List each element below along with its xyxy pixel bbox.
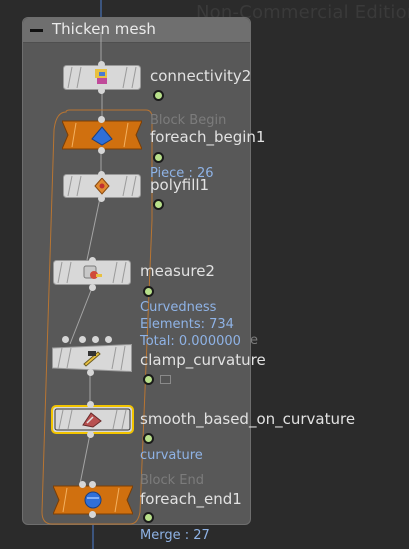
node-name: clamp_curvature <box>140 351 266 369</box>
node-info-line: Elements: 734 <box>140 317 234 332</box>
node-clamp-curvature[interactable] <box>52 344 132 372</box>
node-output-connector[interactable] <box>89 511 96 518</box>
node-input-connector[interactable] <box>62 336 69 343</box>
node-info-block: Curvedness Elements: 734 Total: 0.000000 <box>140 299 241 350</box>
node-name: connectivity2 <box>150 67 252 85</box>
node-output-connector[interactable] <box>98 195 105 202</box>
node-input-connector[interactable] <box>98 116 105 123</box>
node-input-connector[interactable] <box>87 401 94 408</box>
node-input-connector[interactable] <box>79 336 86 343</box>
display-flag-icon[interactable] <box>143 374 154 385</box>
node-info-line: Curvedness <box>140 300 217 315</box>
node-ghost-label: Block Begin <box>150 113 227 128</box>
node-input-connector[interactable] <box>79 481 86 488</box>
node-input-connector[interactable] <box>98 171 105 178</box>
node-input-connector[interactable] <box>98 61 105 68</box>
display-flag-icon[interactable] <box>143 433 154 444</box>
node-name: foreach_end1 <box>140 490 242 508</box>
node-input-connector[interactable] <box>92 336 99 343</box>
node-input-connector[interactable] <box>89 481 96 488</box>
node-info-line: Total: 0.000000 <box>140 334 241 349</box>
node-output-connector[interactable] <box>98 147 105 154</box>
display-flag-icon[interactable] <box>143 512 154 523</box>
node-info-text: curvature <box>140 448 203 463</box>
bypass-flag-icon[interactable] <box>160 375 171 384</box>
display-flag-icon[interactable] <box>143 286 154 297</box>
node-smooth-based-on-curvature[interactable] <box>51 405 134 434</box>
node-name: smooth_based_on_curvature <box>140 410 356 428</box>
node-ghost-label: Block End <box>140 473 204 488</box>
node-name: measure2 <box>140 262 215 280</box>
node-info-text: Merge : 27 <box>140 528 210 543</box>
node-output-connector[interactable] <box>87 369 94 376</box>
display-flag-icon[interactable] <box>153 152 164 163</box>
display-flag-icon[interactable] <box>153 199 164 210</box>
node-output-connector[interactable] <box>89 284 96 291</box>
node-output-connector[interactable] <box>98 87 105 94</box>
node-ghost-label: e <box>250 333 258 348</box>
node-name: polyfill1 <box>150 176 210 194</box>
node-input-connector[interactable] <box>105 336 112 343</box>
display-flag-icon[interactable] <box>153 90 164 101</box>
node-input-connector[interactable] <box>89 257 96 264</box>
node-foreach-begin1[interactable] <box>62 119 142 150</box>
node-name: foreach_begin1 <box>150 128 266 146</box>
node-output-connector[interactable] <box>87 431 94 438</box>
